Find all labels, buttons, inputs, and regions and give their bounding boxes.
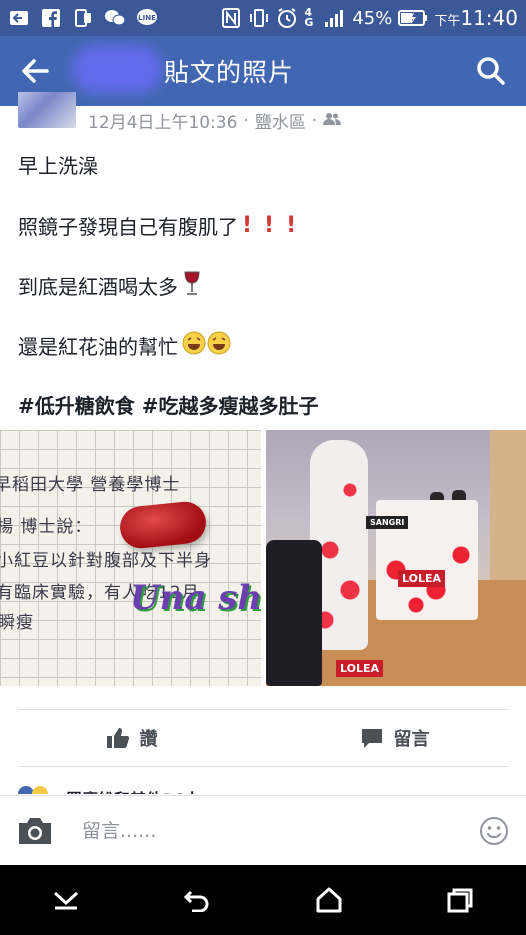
vibrate-icon <box>248 7 270 29</box>
reaction-summary[interactable]: 羅慶紛和其他24人 <box>18 786 200 794</box>
meta-separator: · <box>243 110 249 131</box>
exclamation-emoji: ! <box>242 213 253 238</box>
back-arrow-notification-icon <box>8 7 30 29</box>
post-actions: 讚 留言 <box>0 712 526 764</box>
line-icon: LINE <box>136 7 158 29</box>
system-nav-bar <box>0 865 526 935</box>
battery-percent: 45% <box>352 7 393 29</box>
recents-icon <box>447 888 473 913</box>
divider <box>18 766 508 767</box>
comment-bubble-icon <box>361 729 382 748</box>
smiley-icon <box>480 816 508 845</box>
exclamation-emoji: ! <box>286 213 297 238</box>
facebook-icon <box>40 7 62 29</box>
photo-handwritten-note[interactable]: 早稻田大學 營養學博士 楊 博士說： 小紅豆以針對腹部及下半身 有臨床實驗，有人… <box>0 430 261 686</box>
watermark-text: Una sh <box>130 578 261 618</box>
search-button[interactable] <box>456 36 526 106</box>
post-line-4-text: 還是紅花油的幫忙 <box>18 335 178 359</box>
note-line-5: 瞬瘦 <box>0 613 34 633</box>
avatar[interactable] <box>18 92 76 128</box>
comment-composer <box>0 795 526 865</box>
signal-icon <box>324 7 346 29</box>
search-icon <box>477 57 505 85</box>
brand-label: SANGRI <box>366 516 409 529</box>
post-line-2-text: 照鏡子發現自己有腹肌了 <box>18 215 238 239</box>
sticker-button[interactable] <box>462 816 526 846</box>
nav-recents-button[interactable] <box>430 870 490 930</box>
like-label: 讚 <box>139 729 158 750</box>
arrow-left-icon <box>22 59 49 83</box>
app-bar: 貼文的照片 <box>0 36 526 106</box>
alarm-icon <box>276 7 298 29</box>
red-capsule <box>118 499 208 551</box>
post-line-3: 到底是紅酒喝太多 <box>18 270 202 301</box>
note-line-1: 早稻田大學 營養學博士 <box>0 475 181 495</box>
post-line-4: 還是紅花油的幫忙 <box>18 331 232 360</box>
svg-text:LINE: LINE <box>138 14 156 22</box>
laughing-tears-emoji-icon <box>182 331 232 360</box>
thumbs-up-icon <box>106 728 129 748</box>
clock-hhmm: 11:40 <box>460 6 518 30</box>
nfc-icon <box>220 7 242 29</box>
lolea-label: LOLEA <box>336 660 384 677</box>
clock-ampm: 下午 <box>434 14 461 29</box>
post-timestamp[interactable]: 12月4日上午10:36 <box>88 108 237 133</box>
post-line-2: 照鏡子發現自己有腹肌了 ! ! ! <box>18 211 296 240</box>
lolea-label-crate: LOLEA <box>398 570 446 587</box>
post-meta: 12月4日上午10:36 · 鹽水區 · <box>88 108 342 133</box>
haha-reaction-icon <box>32 786 48 794</box>
black-flask <box>266 540 322 686</box>
chevron-down-icon <box>53 891 78 910</box>
comment-input[interactable] <box>70 810 462 851</box>
meta-separator-2: · <box>311 110 318 131</box>
post-location[interactable]: 鹽水區 <box>255 108 306 133</box>
phone-device-icon <box>72 7 94 29</box>
camera-button[interactable] <box>0 816 70 846</box>
wine-glass-icon <box>182 270 202 301</box>
friends-privacy-icon[interactable] <box>323 111 342 131</box>
comment-label: 留言 <box>393 729 430 750</box>
page-title: 貼文的照片 <box>72 45 295 93</box>
note-line-3: 小紅豆以針對腹部及下半身 <box>0 551 212 571</box>
hide-keyboard-button[interactable] <box>36 870 96 930</box>
note-line-2: 楊 博士說： <box>0 517 93 537</box>
exclamation-emoji: ! <box>264 213 275 238</box>
reaction-summary-text: 羅慶紛和其他24人 <box>66 786 200 794</box>
post-line-1-text: 早上洗澡 <box>18 154 98 178</box>
clock-time: 下午 11:40 <box>434 6 518 30</box>
post-line-3-text: 到底是紅酒喝太多 <box>18 275 178 299</box>
post-hashtags[interactable]: #低升糖飲食 #吃越多瘦越多肚子 <box>18 390 318 419</box>
page-title-text: 貼文的照片 <box>164 58 295 87</box>
camera-icon <box>19 817 51 844</box>
comment-button[interactable]: 留言 <box>263 712 526 764</box>
battery-charging-icon <box>398 7 428 29</box>
wechat-icon <box>104 7 126 29</box>
divider <box>18 709 508 710</box>
nav-back-button[interactable] <box>167 870 227 930</box>
nav-home-button[interactable] <box>299 870 359 930</box>
status-bar: LINE 4G 45% 下午 11:40 <box>0 0 526 36</box>
undo-back-icon <box>184 890 209 912</box>
post-line-1: 早上洗澡 <box>18 150 98 179</box>
like-button[interactable]: 讚 <box>0 712 263 764</box>
photo-sangria-bottles[interactable]: LOLEA LOLEA SANGRI <box>266 430 526 686</box>
home-icon <box>316 887 342 913</box>
network-type-label: 4G <box>304 6 314 29</box>
